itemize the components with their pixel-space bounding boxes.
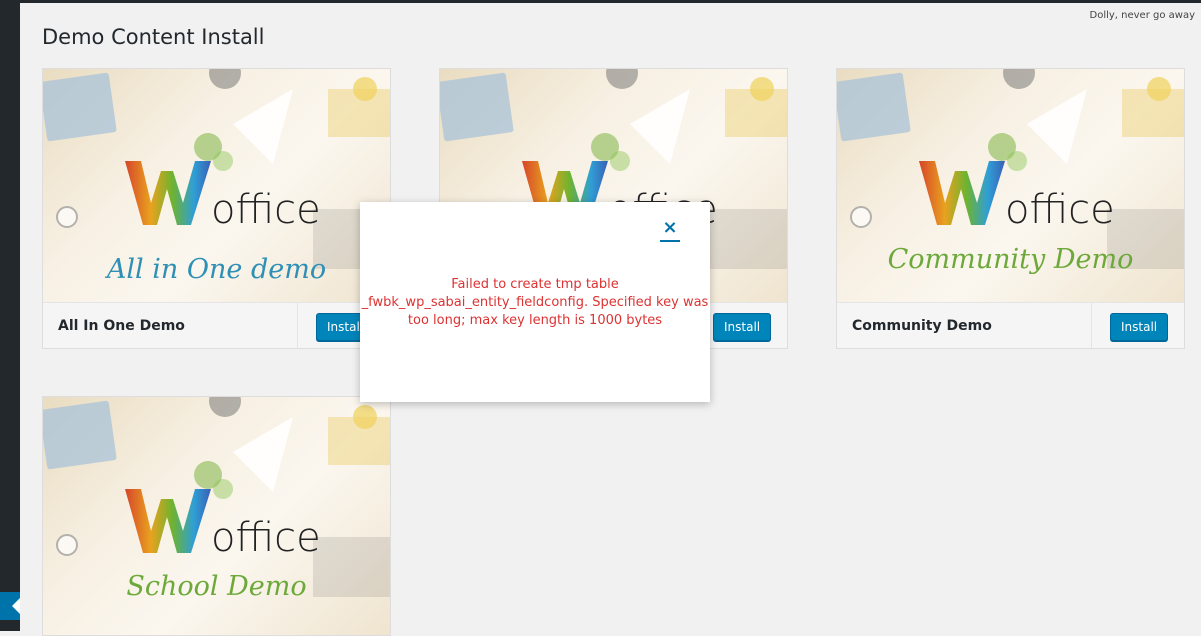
demo-name: All In One Demo <box>58 318 185 334</box>
page-title: Demo Content Install <box>42 25 265 49</box>
install-button[interactable]: Install <box>1110 313 1169 341</box>
demo-preview-image: office Community Demo <box>837 69 1184 302</box>
demo-card-school: office School Demo <box>42 396 391 636</box>
demo-card-footer: Community Demo Install <box>837 302 1184 348</box>
demo-card-all-in-one: office All in One demo All In One Demo I… <box>42 68 391 349</box>
woffice-logo-icon <box>125 161 211 225</box>
demo-actions: Install <box>1091 303 1184 348</box>
woffice-logo-word: office <box>1005 187 1115 233</box>
demo-caption: School Demo <box>126 571 307 602</box>
error-modal: × Failed to create tmp table _fwbk_wp_sa… <box>360 202 710 402</box>
woffice-logo-word: office <box>211 187 321 233</box>
error-message: Failed to create tmp table _fwbk_wp_saba… <box>361 277 709 328</box>
close-icon[interactable]: × <box>660 218 680 242</box>
demo-card-footer: All In One Demo Install <box>43 302 390 348</box>
demo-preview-image: office All in One demo <box>43 69 390 302</box>
collapse-arrow-icon[interactable] <box>12 598 20 614</box>
woffice-logo-icon <box>125 489 211 553</box>
demo-preview-image: office School Demo <box>43 397 390 635</box>
admin-sidebar <box>0 0 20 631</box>
demo-caption: All in One demo <box>106 254 327 285</box>
demo-card-community: office Community Demo Community Demo Ins… <box>836 68 1185 349</box>
hello-dolly-quote: Dolly, never go away <box>1089 10 1196 21</box>
admin-bar <box>0 0 1201 3</box>
demo-name: Community Demo <box>852 318 992 334</box>
install-button[interactable]: Install <box>713 313 772 341</box>
woffice-logo-icon <box>919 161 1005 225</box>
woffice-logo-word: office <box>211 515 321 561</box>
demo-caption: Community Demo <box>887 244 1134 275</box>
